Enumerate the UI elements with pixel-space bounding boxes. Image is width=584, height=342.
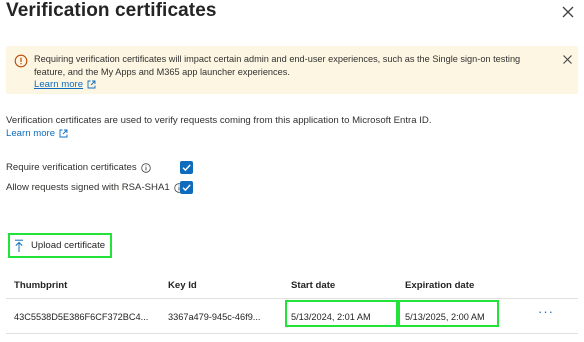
start-date-highlight [285,300,398,327]
external-link-icon [87,80,96,89]
require-certificates-label: Require verification certificates [6,162,137,173]
banner-message: Requiring verification certificates will… [34,54,521,77]
rsa-sha1-checkbox[interactable] [180,181,193,194]
description-text: Verification certificates are used to ve… [6,115,432,126]
warning-banner: Requiring verification certificates will… [6,46,578,94]
close-icon[interactable] [560,4,576,20]
header-divider [6,298,578,299]
rsa-sha1-option: Allow requests signed with RSA-SHA1 [6,182,184,193]
upload-certificate-button[interactable]: Upload certificate [8,233,112,258]
column-header-start-date[interactable]: Start date [291,280,335,291]
column-header-key-id[interactable]: Key Id [168,280,197,291]
page-title: Verification certificates [6,0,217,21]
upload-icon [15,239,23,252]
banner-learn-more-label: Learn more [34,79,84,90]
learn-more-link[interactable]: Learn more [6,128,68,139]
key-id-cell: 3367a479-945c-46f9... [168,312,261,322]
checkmark-icon [182,184,191,192]
thumbprint-cell: 43C5538D5E386F6CF372BC4... [14,312,149,322]
rsa-sha1-label: Allow requests signed with RSA-SHA1 [6,182,170,193]
external-link-icon [59,129,68,138]
row-divider [6,333,578,334]
column-header-expiration-date[interactable]: Expiration date [405,280,474,291]
banner-close-icon[interactable] [562,54,573,65]
expiration-date-highlight [398,300,499,327]
column-header-thumbprint[interactable]: Thumbprint [14,280,67,291]
more-actions-button[interactable]: ··· [538,304,554,319]
require-certificates-option: Require verification certificates [6,162,151,173]
require-certificates-checkbox[interactable] [180,161,193,174]
warning-info-icon [14,54,28,68]
checkmark-icon [182,164,191,172]
upload-certificate-label: Upload certificate [31,240,106,251]
info-icon[interactable] [140,162,151,173]
learn-more-label: Learn more [6,128,56,139]
banner-learn-more-link[interactable]: Learn more [34,79,96,90]
